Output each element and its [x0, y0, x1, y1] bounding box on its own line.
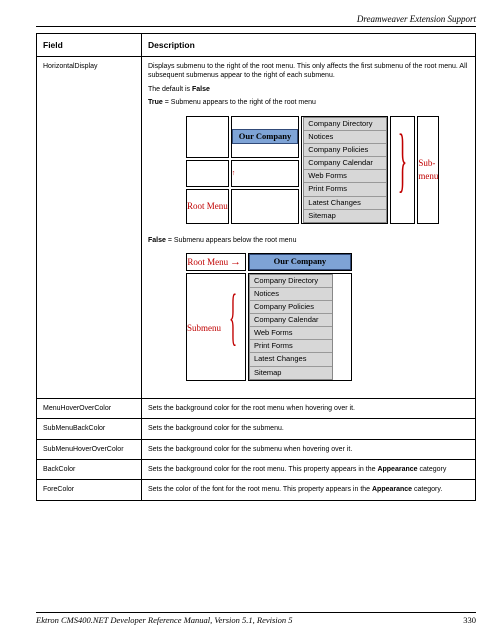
desc-cell: Sets the background color for the root m…: [142, 459, 476, 479]
submenu-item: Company Calendar: [304, 157, 386, 170]
arrow-up-icon: ↑: [231, 160, 300, 187]
diagram-below: Root Menu → Our Company Submenu {: [184, 251, 469, 382]
submenu-item: Company Directory: [250, 275, 332, 288]
table-row: SubMenuHoverOverColor Sets the backgroun…: [37, 439, 476, 459]
text: False: [192, 86, 210, 93]
text: True: [148, 99, 163, 106]
desc-para: Displays submenu to the right of the roo…: [148, 62, 469, 81]
submenu-item: Notices: [304, 131, 386, 144]
col-desc: Description: [142, 34, 476, 57]
page-number: 330: [463, 615, 476, 625]
text: = Submenu appears to the right of the ro…: [163, 99, 316, 106]
desc-para: False = Submenu appears below the root m…: [148, 236, 469, 245]
submenu-item: Print Forms: [304, 183, 386, 196]
submenu-item: Print Forms: [250, 340, 332, 353]
text: Sets the color of the font for the root …: [148, 486, 372, 493]
table-header-row: Field Description: [37, 34, 476, 57]
field-cell: HorizontalDisplay: [37, 57, 142, 399]
page: Dreamweaver Extension Support Field Desc…: [0, 0, 500, 633]
submenu-item: Latest Changes: [250, 353, 332, 366]
text: Appearance: [377, 466, 417, 473]
diagram-layout: Our Company Company Directory Notices Co…: [184, 114, 441, 226]
field-cell: MenuHoverOverColor: [37, 398, 142, 418]
footer: Ektron CMS400.NET Developer Reference Ma…: [36, 608, 476, 625]
table-row: MenuHoverOverColor Sets the background c…: [37, 398, 476, 418]
properties-table: Field Description HorizontalDisplay Disp…: [36, 33, 476, 501]
submenu-item: Company Directory: [304, 118, 386, 131]
diagram-layout: Root Menu → Our Company Submenu {: [184, 251, 354, 382]
submenu-item: Web Forms: [304, 170, 386, 183]
desc-para: True = Submenu appears to the right of t…: [148, 98, 469, 107]
field-cell: BackColor: [37, 459, 142, 479]
submenu-label: Submenu: [187, 323, 221, 333]
desc-cell: Sets the background color for the submen…: [142, 439, 476, 459]
text: False: [148, 237, 166, 244]
desc-cell: Sets the background color for the root m…: [142, 398, 476, 418]
top-rule: [36, 26, 476, 27]
submenu-label: Sub- menu: [418, 158, 438, 180]
desc-cell: Sets the color of the font for the root …: [142, 480, 476, 500]
submenu-item: Sitemap: [304, 210, 386, 222]
submenu-item: Web Forms: [250, 327, 332, 340]
menu-root: Our Company: [249, 254, 351, 269]
table-row: ForeColor Sets the color of the font for…: [37, 480, 476, 500]
root-menu-label: Root Menu: [187, 201, 228, 211]
arrow-right-icon: →: [230, 256, 241, 268]
submenu-item: Latest Changes: [304, 197, 386, 210]
menu-root: Our Company: [232, 129, 299, 144]
running-head: Dreamweaver Extension Support: [36, 14, 476, 24]
submenu-item: Sitemap: [250, 367, 332, 379]
submenu-item: Company Policies: [304, 144, 386, 157]
field-cell: SubMenuHoverOverColor: [37, 439, 142, 459]
field-cell: SubMenuBackColor: [37, 419, 142, 439]
bottom-rule: [36, 612, 476, 613]
submenu-item: Notices: [250, 288, 332, 301]
submenu-list: Company Directory Notices Company Polici…: [303, 117, 387, 223]
desc-para: The default is False: [148, 85, 469, 94]
text: Sets the background color for the root m…: [148, 466, 377, 473]
text: category.: [412, 486, 442, 493]
submenu-item: Company Policies: [250, 301, 332, 314]
table-row: BackColor Sets the background color for …: [37, 459, 476, 479]
submenu-list: Company Directory Notices Company Polici…: [249, 274, 333, 380]
desc-cell: Displays submenu to the right of the roo…: [142, 57, 476, 399]
table-row: HorizontalDisplay Displays submenu to th…: [37, 57, 476, 399]
field-cell: ForeColor: [37, 480, 142, 500]
table-row: SubMenuBackColor Sets the background col…: [37, 419, 476, 439]
text: The default is: [148, 86, 192, 93]
footer-text: Ektron CMS400.NET Developer Reference Ma…: [36, 615, 293, 625]
submenu-item: Company Calendar: [250, 314, 332, 327]
diagram-right: Our Company Company Directory Notices Co…: [184, 114, 469, 226]
text: Appearance: [372, 486, 412, 493]
text: = Submenu appears below the root menu: [166, 237, 297, 244]
text: category: [418, 466, 447, 473]
root-menu-label: Root Menu: [187, 257, 228, 267]
col-field: Field: [37, 34, 142, 57]
desc-cell: Sets the background color for the submen…: [142, 419, 476, 439]
